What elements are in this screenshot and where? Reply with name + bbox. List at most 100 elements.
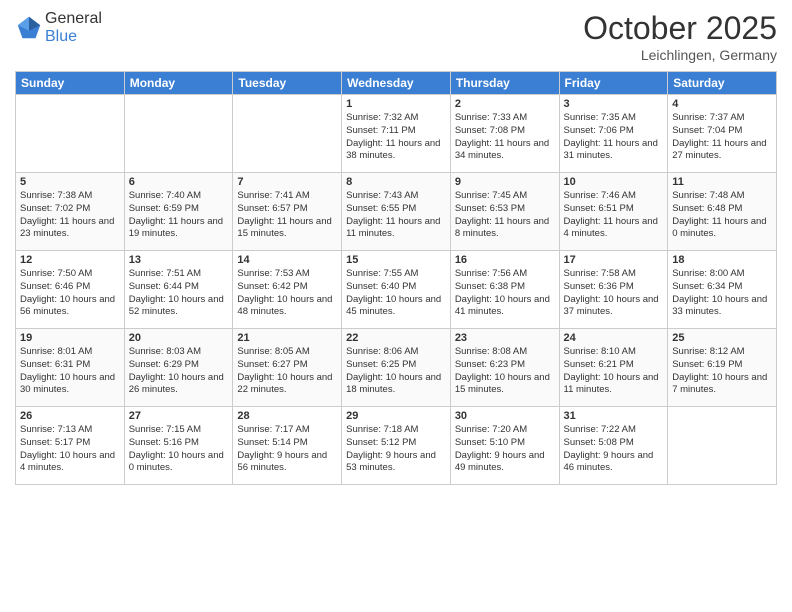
table-row: 8 Sunrise: 7:43 AM Sunset: 6:55 PM Daylig… [342, 173, 451, 251]
table-row: 17 Sunrise: 7:58 AM Sunset: 6:36 PM Dayli… [559, 251, 668, 329]
table-row: 16Sunrise: 7:56 AM Sunset: 6:38 PM Dayli… [450, 251, 559, 329]
day-number: 23 [455, 332, 555, 344]
day-detail: Sunrise: 7:32 AM Sunset: 7:11 PM Dayligh… [346, 112, 446, 163]
table-row: 11 Sunrise: 7:48 AM Sunset: 6:48 PM Dayli… [668, 173, 777, 251]
day-detail: Sunrise: 7:33 AM Sunset: 7:08 PM Dayligh… [455, 112, 555, 163]
calendar-week-1: 1 Sunrise: 7:32 AM Sunset: 7:11 PM Daylig… [16, 95, 777, 173]
day-number: 2 [455, 98, 555, 110]
day-detail: Sunrise: 8:10 AM Sunset: 6:21 PM Dayligh… [564, 346, 664, 397]
col-sunday: Sunday [16, 72, 125, 95]
table-row: 22 Sunrise: 8:06 AM Sunset: 6:25 PM Dayli… [342, 329, 451, 407]
table-row: 29 Sunrise: 7:18 AM Sunset: 5:12 PM Dayli… [342, 407, 451, 485]
day-number: 20 [129, 332, 229, 344]
col-friday: Friday [559, 72, 668, 95]
col-thursday: Thursday [450, 72, 559, 95]
calendar-week-4: 19 Sunrise: 8:01 AM Sunset: 6:31 PM Dayli… [16, 329, 777, 407]
day-detail: Sunrise: 7:53 AM Sunset: 6:42 PM Dayligh… [237, 268, 337, 319]
day-detail: Sunrise: 7:50 AM Sunset: 6:46 PM Dayligh… [20, 268, 120, 319]
logo-general: General [45, 10, 102, 27]
day-number: 28 [237, 410, 337, 422]
table-row [124, 95, 233, 173]
day-detail: Sunrise: 7:48 AM Sunset: 6:48 PM Dayligh… [672, 190, 772, 241]
day-number: 12 [20, 254, 120, 266]
table-row: 25Sunrise: 8:12 AM Sunset: 6:19 PM Dayli… [668, 329, 777, 407]
calendar-week-5: 26Sunrise: 7:13 AM Sunset: 5:17 PM Dayli… [16, 407, 777, 485]
col-monday: Monday [124, 72, 233, 95]
day-number: 31 [564, 410, 664, 422]
table-row: 10 Sunrise: 7:46 AM Sunset: 6:51 PM Dayli… [559, 173, 668, 251]
day-number: 1 [346, 98, 446, 110]
day-detail: Sunrise: 7:46 AM Sunset: 6:51 PM Dayligh… [564, 190, 664, 241]
day-detail: Sunrise: 7:56 AM Sunset: 6:38 PM Dayligh… [455, 268, 555, 319]
day-detail: Sunrise: 7:38 AM Sunset: 7:02 PM Dayligh… [20, 190, 120, 241]
table-row: 7Sunrise: 7:41 AM Sunset: 6:57 PM Daylig… [233, 173, 342, 251]
day-number: 9 [455, 176, 555, 188]
table-row: 1 Sunrise: 7:32 AM Sunset: 7:11 PM Daylig… [342, 95, 451, 173]
day-number: 10 [564, 176, 664, 188]
page-container: General Blue October 2025 Leichlingen, G… [0, 0, 792, 612]
day-detail: Sunrise: 7:20 AM Sunset: 5:10 PM Dayligh… [455, 424, 555, 475]
day-number: 22 [346, 332, 446, 344]
table-row: 6 Sunrise: 7:40 AM Sunset: 6:59 PM Daylig… [124, 173, 233, 251]
table-row: 5 Sunrise: 7:38 AM Sunset: 7:02 PM Daylig… [16, 173, 125, 251]
table-row [233, 95, 342, 173]
day-number: 29 [346, 410, 446, 422]
logo-blue: Blue [45, 28, 77, 45]
table-row [16, 95, 125, 173]
col-wednesday: Wednesday [342, 72, 451, 95]
calendar-table: Sunday Monday Tuesday Wednesday Thursday… [15, 71, 777, 485]
day-detail: Sunrise: 7:18 AM Sunset: 5:12 PM Dayligh… [346, 424, 446, 475]
day-number: 19 [20, 332, 120, 344]
day-number: 27 [129, 410, 229, 422]
day-number: 17 [564, 254, 664, 266]
table-row: 3 Sunrise: 7:35 AM Sunset: 7:06 PM Daylig… [559, 95, 668, 173]
logo-icon [15, 14, 43, 42]
table-row: 20 Sunrise: 8:03 AM Sunset: 6:29 PM Dayli… [124, 329, 233, 407]
day-number: 6 [129, 176, 229, 188]
calendar-week-2: 5 Sunrise: 7:38 AM Sunset: 7:02 PM Daylig… [16, 173, 777, 251]
day-number: 11 [672, 176, 772, 188]
day-number: 5 [20, 176, 120, 188]
table-row: 28 Sunrise: 7:17 AM Sunset: 5:14 PM Dayli… [233, 407, 342, 485]
day-detail: Sunrise: 7:58 AM Sunset: 6:36 PM Dayligh… [564, 268, 664, 319]
table-row: 21Sunrise: 8:05 AM Sunset: 6:27 PM Dayli… [233, 329, 342, 407]
day-detail: Sunrise: 8:03 AM Sunset: 6:29 PM Dayligh… [129, 346, 229, 397]
day-detail: Sunrise: 7:13 AM Sunset: 5:17 PM Dayligh… [20, 424, 120, 475]
day-detail: Sunrise: 7:51 AM Sunset: 6:44 PM Dayligh… [129, 268, 229, 319]
calendar-week-3: 12 Sunrise: 7:50 AM Sunset: 6:46 PM Dayli… [16, 251, 777, 329]
day-detail: Sunrise: 7:55 AM Sunset: 6:40 PM Dayligh… [346, 268, 446, 319]
day-number: 30 [455, 410, 555, 422]
table-row: 13 Sunrise: 7:51 AM Sunset: 6:44 PM Dayli… [124, 251, 233, 329]
table-row: 9Sunrise: 7:45 AM Sunset: 6:53 PM Daylig… [450, 173, 559, 251]
month-title: October 2025 [583, 10, 777, 47]
day-detail: Sunrise: 7:37 AM Sunset: 7:04 PM Dayligh… [672, 112, 772, 163]
day-detail: Sunrise: 7:35 AM Sunset: 7:06 PM Dayligh… [564, 112, 664, 163]
day-detail: Sunrise: 8:06 AM Sunset: 6:25 PM Dayligh… [346, 346, 446, 397]
table-row: 4Sunrise: 7:37 AM Sunset: 7:04 PM Daylig… [668, 95, 777, 173]
day-number: 3 [564, 98, 664, 110]
table-row: 30 Sunrise: 7:20 AM Sunset: 5:10 PM Dayli… [450, 407, 559, 485]
logo: General Blue [15, 10, 102, 46]
table-row: 15 Sunrise: 7:55 AM Sunset: 6:40 PM Dayli… [342, 251, 451, 329]
day-detail: Sunrise: 7:43 AM Sunset: 6:55 PM Dayligh… [346, 190, 446, 241]
table-row: 2 Sunrise: 7:33 AM Sunset: 7:08 PM Daylig… [450, 95, 559, 173]
day-number: 8 [346, 176, 446, 188]
col-tuesday: Tuesday [233, 72, 342, 95]
day-number: 13 [129, 254, 229, 266]
day-number: 15 [346, 254, 446, 266]
table-row: 26Sunrise: 7:13 AM Sunset: 5:17 PM Dayli… [16, 407, 125, 485]
day-detail: Sunrise: 8:01 AM Sunset: 6:31 PM Dayligh… [20, 346, 120, 397]
day-detail: Sunrise: 7:40 AM Sunset: 6:59 PM Dayligh… [129, 190, 229, 241]
table-row: 31 Sunrise: 7:22 AM Sunset: 5:08 PM Dayli… [559, 407, 668, 485]
day-number: 7 [237, 176, 337, 188]
page-header: General Blue October 2025 Leichlingen, G… [15, 10, 777, 63]
title-block: October 2025 Leichlingen, Germany [583, 10, 777, 63]
table-row: 23Sunrise: 8:08 AM Sunset: 6:23 PM Dayli… [450, 329, 559, 407]
day-detail: Sunrise: 7:22 AM Sunset: 5:08 PM Dayligh… [564, 424, 664, 475]
table-row: 24Sunrise: 8:10 AM Sunset: 6:21 PM Dayli… [559, 329, 668, 407]
calendar-header-row: Sunday Monday Tuesday Wednesday Thursday… [16, 72, 777, 95]
table-row: 18Sunrise: 8:00 AM Sunset: 6:34 PM Dayli… [668, 251, 777, 329]
table-row: 12 Sunrise: 7:50 AM Sunset: 6:46 PM Dayli… [16, 251, 125, 329]
table-row: 19 Sunrise: 8:01 AM Sunset: 6:31 PM Dayli… [16, 329, 125, 407]
day-detail: Sunrise: 7:17 AM Sunset: 5:14 PM Dayligh… [237, 424, 337, 475]
